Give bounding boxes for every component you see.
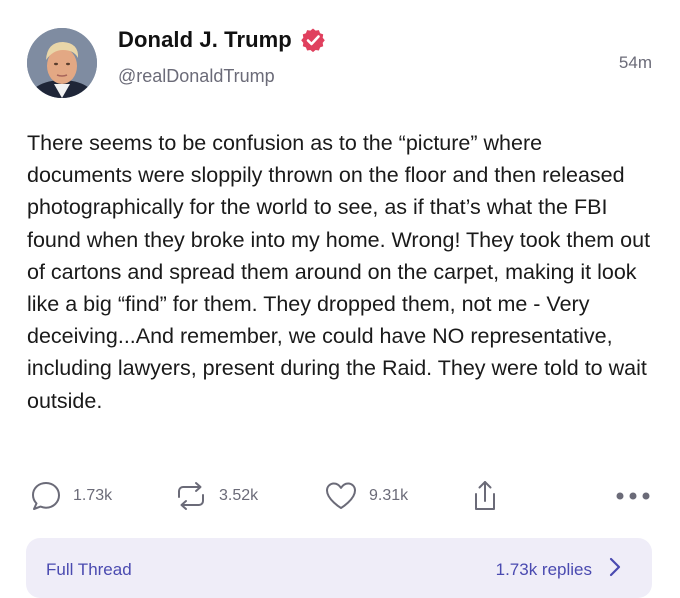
verified-badge-icon bbox=[300, 27, 326, 53]
more-dots-icon bbox=[616, 492, 650, 500]
reply-icon bbox=[32, 482, 60, 510]
author-avatar[interactable] bbox=[27, 28, 97, 98]
post-actions-bar: 1.73k 3.52k 9.31k bbox=[0, 476, 680, 516]
share-button[interactable] bbox=[470, 476, 500, 516]
reply-button[interactable]: 1.73k bbox=[29, 476, 112, 516]
author-display-name[interactable]: Donald J. Trump bbox=[118, 27, 292, 53]
more-options-button[interactable] bbox=[614, 476, 654, 516]
chevron-right-icon bbox=[609, 557, 621, 577]
full-thread-label: Full Thread bbox=[46, 560, 132, 579]
post-card: Donald J. Trump @realDonaldTrump 54m The… bbox=[0, 0, 680, 598]
post-body-text: There seems to be confusion as to the “p… bbox=[27, 131, 651, 413]
post-timestamp[interactable]: 54m bbox=[619, 53, 652, 73]
thread-reply-count: 1.73k replies bbox=[495, 560, 592, 579]
avatar-image bbox=[27, 28, 97, 98]
author-name-row: Donald J. Trump bbox=[118, 27, 326, 53]
retruth-icon bbox=[178, 482, 204, 510]
like-count: 9.31k bbox=[369, 487, 409, 504]
reply-count: 1.73k bbox=[73, 487, 113, 504]
full-thread-card[interactable]: Full Thread 1.73k replies bbox=[26, 538, 652, 598]
retruth-button[interactable]: 3.52k bbox=[173, 476, 258, 516]
retruth-count: 3.52k bbox=[219, 487, 259, 504]
share-icon bbox=[475, 481, 495, 510]
heart-icon bbox=[326, 482, 356, 509]
author-handle[interactable]: @realDonaldTrump bbox=[118, 66, 275, 87]
like-button[interactable]: 9.31k bbox=[323, 476, 408, 516]
